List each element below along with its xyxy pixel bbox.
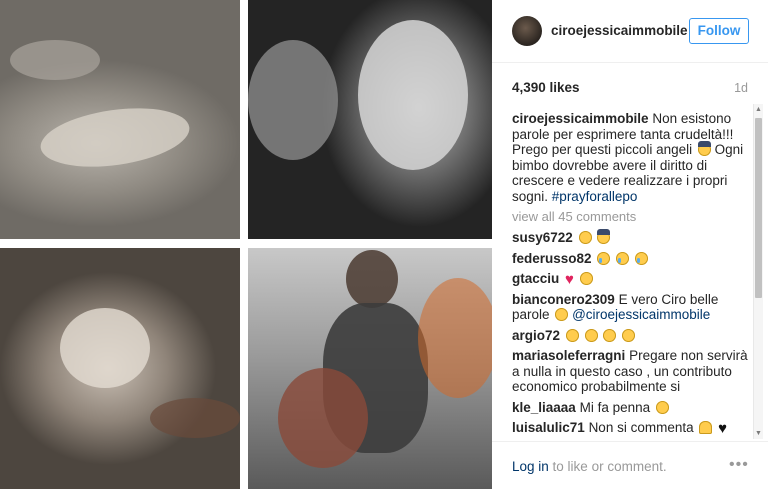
police-officer-emoji-icon [597, 229, 611, 244]
comment-item: mariasoleferragni Pregare non servirà a … [512, 348, 758, 395]
comment-item: federusso82 [512, 251, 758, 267]
scroll-up-arrow-icon[interactable]: ▲ [755, 106, 762, 113]
comment-item: kle_liaaaa Mi fa penna [512, 400, 758, 416]
black-heart-emoji-icon: ♥ [718, 420, 728, 437]
comment-username[interactable]: argio72 [512, 328, 560, 343]
post-footer: Log in to like or comment. ••• [492, 441, 768, 489]
scroll-down-arrow-icon[interactable]: ▼ [755, 430, 762, 437]
comment-username[interactable]: susy6722 [512, 230, 573, 245]
comment-text: Mi fa penna [579, 399, 651, 415]
comment-mention[interactable]: @ciroejessicaimmobile [572, 307, 710, 322]
photo-tile-top-left [0, 0, 240, 239]
comments-list[interactable]: ciroejessicaimmobile Non esistono parole… [512, 111, 758, 441]
comment-username[interactable]: luisalulic71 [512, 420, 585, 435]
post-age[interactable]: 1d [734, 81, 748, 95]
sad-face-emoji-icon [555, 308, 569, 321]
comment-username[interactable]: federusso82 [512, 251, 592, 266]
caption-username[interactable]: ciroejessicaimmobile [512, 111, 649, 126]
sad-face-emoji-icon [565, 328, 579, 342]
comment-username[interactable]: gtacciu [512, 271, 559, 286]
sad-face-emoji-icon [622, 328, 636, 342]
caption: ciroejessicaimmobile Non esistono parole… [512, 111, 758, 204]
comments-scrollbar[interactable]: ▲ ▼ [753, 104, 763, 439]
police-officer-emoji-icon [697, 141, 711, 156]
comment-item: luisalulic71 Non si commenta ♥ [512, 420, 758, 436]
avatar[interactable] [512, 16, 542, 46]
login-prompt: Log in to like or comment. [512, 459, 667, 474]
comment-text: Non si commenta [588, 420, 694, 435]
comment-item: argio72 [512, 328, 758, 344]
photo-tile-top-right [248, 0, 492, 239]
sad-face-emoji-icon [655, 400, 669, 414]
login-prompt-text: to like or comment. [548, 459, 667, 474]
photo-tile-bottom-right [248, 248, 492, 489]
follow-button[interactable]: Follow [689, 18, 749, 44]
sad-face-emoji-icon [603, 328, 617, 342]
post-meta: 4,390 likes 1d [512, 80, 748, 98]
crying-face-emoji-icon [616, 251, 630, 265]
comment-username[interactable]: mariasoleferragni [512, 348, 625, 363]
sad-face-emoji-icon [584, 328, 598, 342]
crying-face-emoji-icon [597, 251, 611, 265]
post-header: ciroejessicaimmobile Follow [492, 0, 768, 63]
more-options-icon[interactable]: ••• [729, 456, 749, 474]
red-heart-emoji-icon: ♥ [565, 271, 574, 288]
sad-face-emoji-icon [579, 272, 593, 285]
comment-item: susy6722 [512, 229, 758, 246]
comment-item: bianconero2309 E vero Ciro belle parole … [512, 292, 758, 323]
praying-hands-emoji-icon [699, 421, 713, 434]
comment-username[interactable]: kle_liaaaa [512, 400, 576, 415]
comment-item: gtacciu ♥ [512, 271, 758, 287]
view-all-comments-link[interactable]: view all 45 comments [512, 209, 758, 224]
caption-hashtag[interactable]: #prayforallepo [552, 189, 638, 204]
crying-face-emoji-icon [634, 251, 648, 265]
photo-tile-bottom-left [0, 248, 240, 489]
comment-username[interactable]: bianconero2309 [512, 292, 615, 307]
scroll-thumb[interactable] [755, 118, 762, 298]
post-side-panel: ciroejessicaimmobile Follow 4,390 likes … [492, 0, 768, 489]
likes-count[interactable]: 4,390 likes [512, 80, 580, 95]
login-link[interactable]: Log in [512, 459, 549, 474]
header-username[interactable]: ciroejessicaimmobile [551, 23, 688, 38]
post-photo[interactable] [0, 0, 492, 489]
sad-face-emoji-icon [578, 231, 592, 244]
